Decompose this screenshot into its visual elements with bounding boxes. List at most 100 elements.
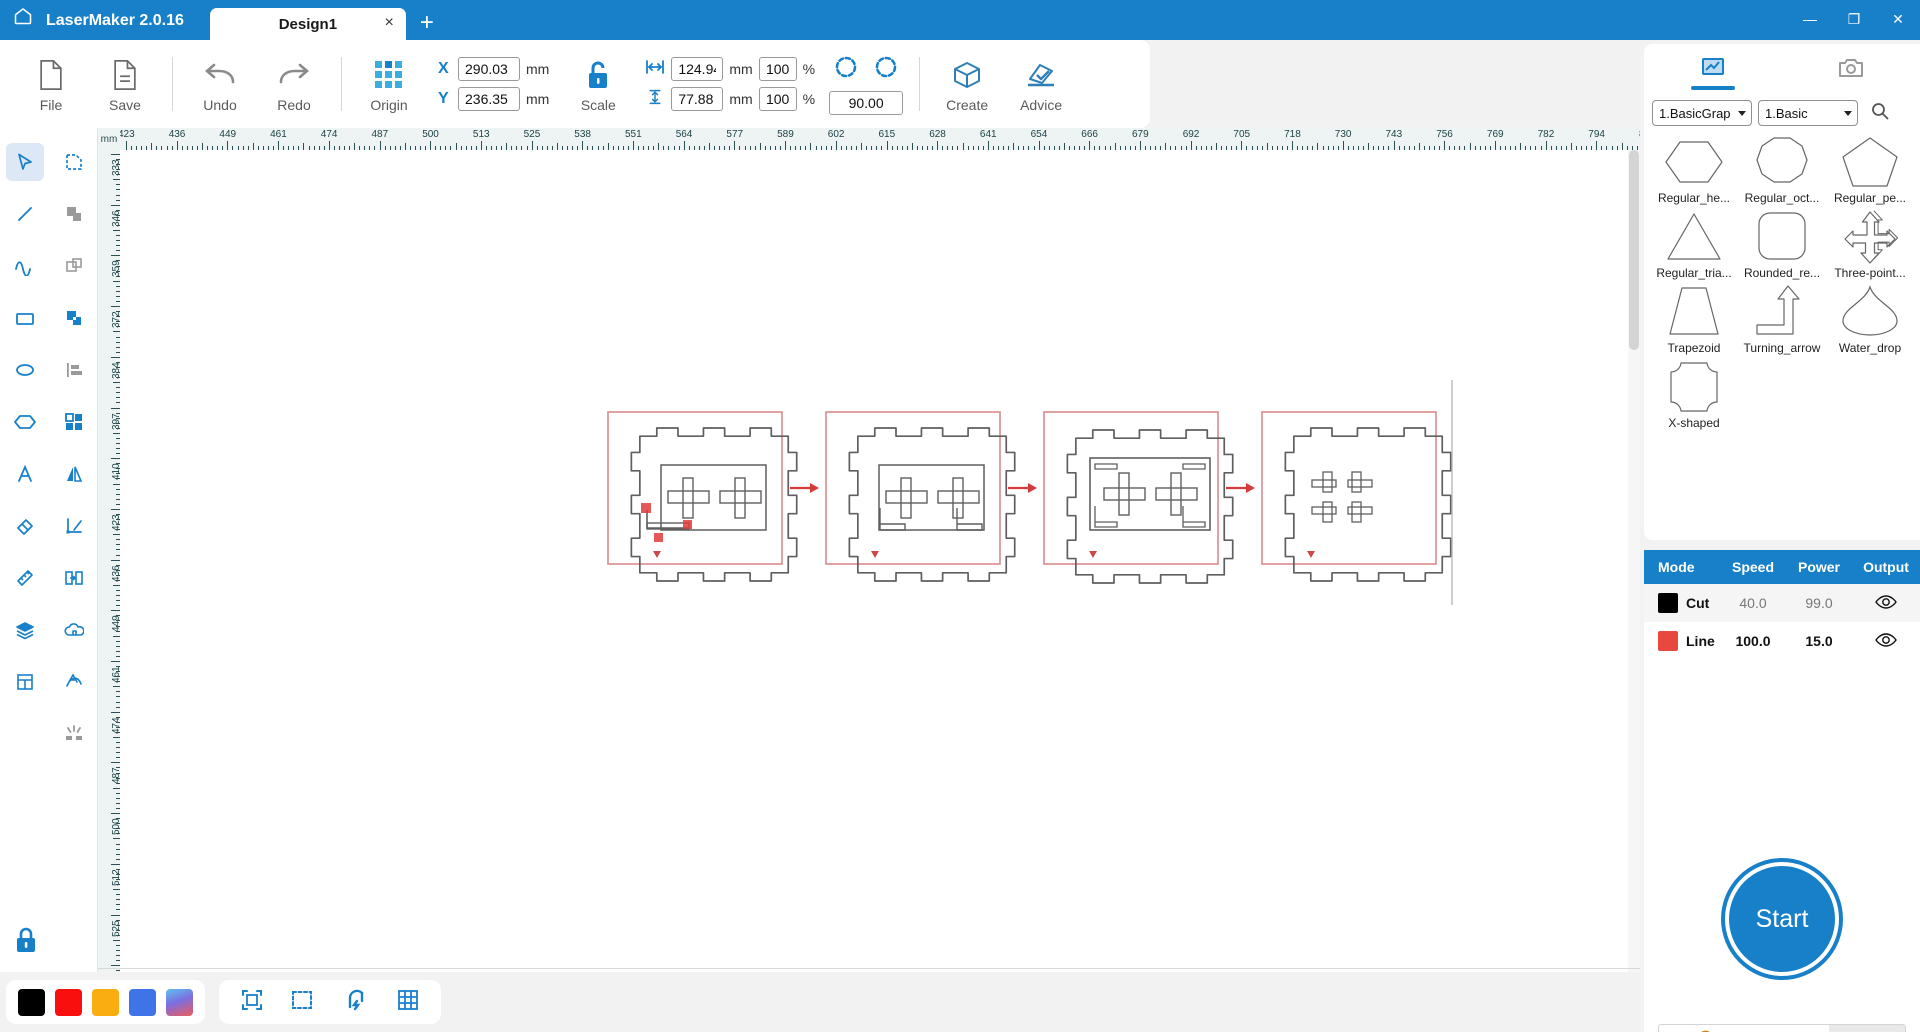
- layout-tool[interactable]: [0, 656, 49, 708]
- speed-cell[interactable]: 40.0: [1720, 584, 1786, 622]
- save-button[interactable]: Save: [88, 44, 162, 124]
- shape-item-x-shaped[interactable]: X-shaped: [1650, 357, 1738, 430]
- power-cell[interactable]: 15.0: [1786, 622, 1852, 660]
- cloud-tool[interactable]: [49, 604, 98, 656]
- eye-icon[interactable]: [1875, 594, 1897, 613]
- advice-button[interactable]: Advice: [1004, 44, 1078, 124]
- select-tool[interactable]: [0, 136, 49, 188]
- height-input[interactable]: [671, 87, 724, 111]
- scrollbar-thumb[interactable]: [1629, 150, 1639, 350]
- switch-button[interactable]: Switch: [1829, 1025, 1905, 1032]
- subcategory-select[interactable]: 1.Basic: [1758, 100, 1858, 126]
- swatch-red[interactable]: [55, 988, 82, 1016]
- polygon-tool[interactable]: [0, 396, 49, 448]
- file-button[interactable]: File: [14, 44, 88, 124]
- search-icon[interactable]: [1870, 101, 1890, 126]
- design-canvas[interactable]: [120, 150, 1628, 972]
- minimize-icon[interactable]: —: [1788, 0, 1832, 38]
- layers-tool[interactable]: [0, 604, 49, 656]
- line-tool[interactable]: [0, 188, 49, 240]
- align-tool[interactable]: [49, 344, 98, 396]
- rotate-angle-input[interactable]: [829, 90, 904, 115]
- mode-color-chip[interactable]: [1658, 631, 1678, 651]
- path-text-tool[interactable]: [49, 656, 98, 708]
- swatch-blue[interactable]: [129, 988, 156, 1016]
- measure-angle-tool[interactable]: [49, 500, 98, 552]
- shape-item-rounded-rect[interactable]: Rounded_re...: [1738, 207, 1826, 280]
- document-tab-design1[interactable]: Design1 ×: [209, 8, 406, 40]
- ruler-tick: [113, 230, 120, 232]
- shape-item-turning-arrow[interactable]: Turning_arrow: [1738, 282, 1826, 355]
- camera-tab[interactable]: [1782, 44, 1920, 96]
- shape-item-regular-hexagon[interactable]: Regular_he...: [1650, 132, 1738, 205]
- mode-color-chip[interactable]: [1658, 593, 1678, 613]
- shape-item-regular-pentagon[interactable]: Regular_pe...: [1826, 132, 1914, 205]
- output-cell[interactable]: [1852, 584, 1920, 622]
- distribute-tool[interactable]: [49, 552, 98, 604]
- ruler-tick: [886, 141, 888, 150]
- width-input[interactable]: [671, 57, 724, 81]
- canvas-lock-button[interactable]: [8, 924, 44, 960]
- x-position-input[interactable]: [458, 57, 520, 81]
- shape-item-three-point-arrow[interactable]: Three-point...: [1826, 207, 1914, 280]
- rectangle-tool[interactable]: [0, 292, 49, 344]
- ellipse-tool[interactable]: [0, 344, 49, 396]
- library-tab[interactable]: [1644, 44, 1782, 96]
- fit-selection-button[interactable]: [231, 981, 273, 1023]
- ruler-tick: [759, 143, 761, 150]
- speed-cell[interactable]: 100.0: [1720, 622, 1786, 660]
- undo-button[interactable]: Undo: [183, 44, 257, 124]
- grid-toggle-button[interactable]: [387, 981, 429, 1023]
- shape-item-regular-octagon[interactable]: Regular_oct...: [1738, 132, 1826, 205]
- ruler-tick: [1317, 143, 1319, 150]
- power-cell[interactable]: 99.0: [1786, 584, 1852, 622]
- fit-objects-button[interactable]: [283, 981, 325, 1023]
- intersect-tool[interactable]: [49, 292, 98, 344]
- shape-item-regular-triangle[interactable]: Regular_tria...: [1650, 207, 1738, 280]
- magnet-snap-button[interactable]: [335, 981, 377, 1023]
- close-icon[interactable]: ×: [385, 15, 394, 31]
- subtract-tool[interactable]: [49, 240, 98, 292]
- disconnect-button[interactable]: Disconnect: [1659, 1025, 1829, 1032]
- table-row[interactable]: Cut 40.0 99.0: [1644, 584, 1920, 622]
- curve-tool[interactable]: [0, 240, 49, 292]
- eraser-tool[interactable]: [0, 500, 49, 552]
- union-tool[interactable]: [49, 188, 98, 240]
- text-tool[interactable]: [0, 448, 49, 500]
- output-cell[interactable]: [1852, 622, 1920, 660]
- eye-icon[interactable]: [1875, 632, 1897, 651]
- table-row[interactable]: Line 100.0 15.0: [1644, 622, 1920, 660]
- horizontal-ruler[interactable]: 423 436 449 461 474 487 500 513 525 538 551 564 577 5…: [120, 128, 1640, 150]
- swatch-orange[interactable]: [92, 988, 119, 1016]
- rotate-left-icon[interactable]: [833, 54, 859, 85]
- height-percent-input[interactable]: [758, 87, 797, 111]
- origin-button[interactable]: Origin: [352, 44, 426, 124]
- node-edit-tool[interactable]: [49, 136, 98, 188]
- redo-button[interactable]: Redo: [257, 44, 331, 124]
- ruler-tick: [1596, 141, 1598, 150]
- shape-item-water-drop[interactable]: Water_drop: [1826, 282, 1914, 355]
- ruler-tool[interactable]: [0, 552, 49, 604]
- swatch-gradient[interactable]: [166, 988, 193, 1016]
- swatch-black[interactable]: [18, 988, 45, 1016]
- y-position-input[interactable]: [458, 87, 520, 111]
- new-tab-button[interactable]: +: [406, 11, 448, 40]
- shape-label: Trapezoid: [1667, 341, 1721, 355]
- mirror-tool[interactable]: [49, 448, 98, 500]
- laser-preview-tool[interactable]: [49, 708, 98, 760]
- category-select[interactable]: 1.BasicGrap: [1652, 100, 1752, 126]
- width-arrow-icon: [645, 59, 665, 80]
- rotate-right-icon[interactable]: [873, 54, 899, 85]
- create-button[interactable]: Create: [930, 44, 1004, 124]
- scale-lock-button[interactable]: Scale: [561, 44, 635, 124]
- canvas-vertical-scrollbar[interactable]: [1628, 150, 1640, 972]
- window-close-icon[interactable]: ✕: [1876, 0, 1920, 38]
- home-button[interactable]: [0, 0, 46, 40]
- shape-item-trapezoid[interactable]: Trapezoid: [1650, 282, 1738, 355]
- maximize-icon[interactable]: ❐: [1832, 0, 1876, 38]
- width-percent-input[interactable]: [758, 57, 797, 81]
- ruler-tick: [1520, 143, 1522, 150]
- vertical-ruler[interactable]: 333 346 359 372 384 397 410 423 436 449 461 474 487 5…: [98, 150, 120, 972]
- start-button[interactable]: Start: [1725, 862, 1839, 976]
- group-tool[interactable]: [49, 396, 98, 448]
